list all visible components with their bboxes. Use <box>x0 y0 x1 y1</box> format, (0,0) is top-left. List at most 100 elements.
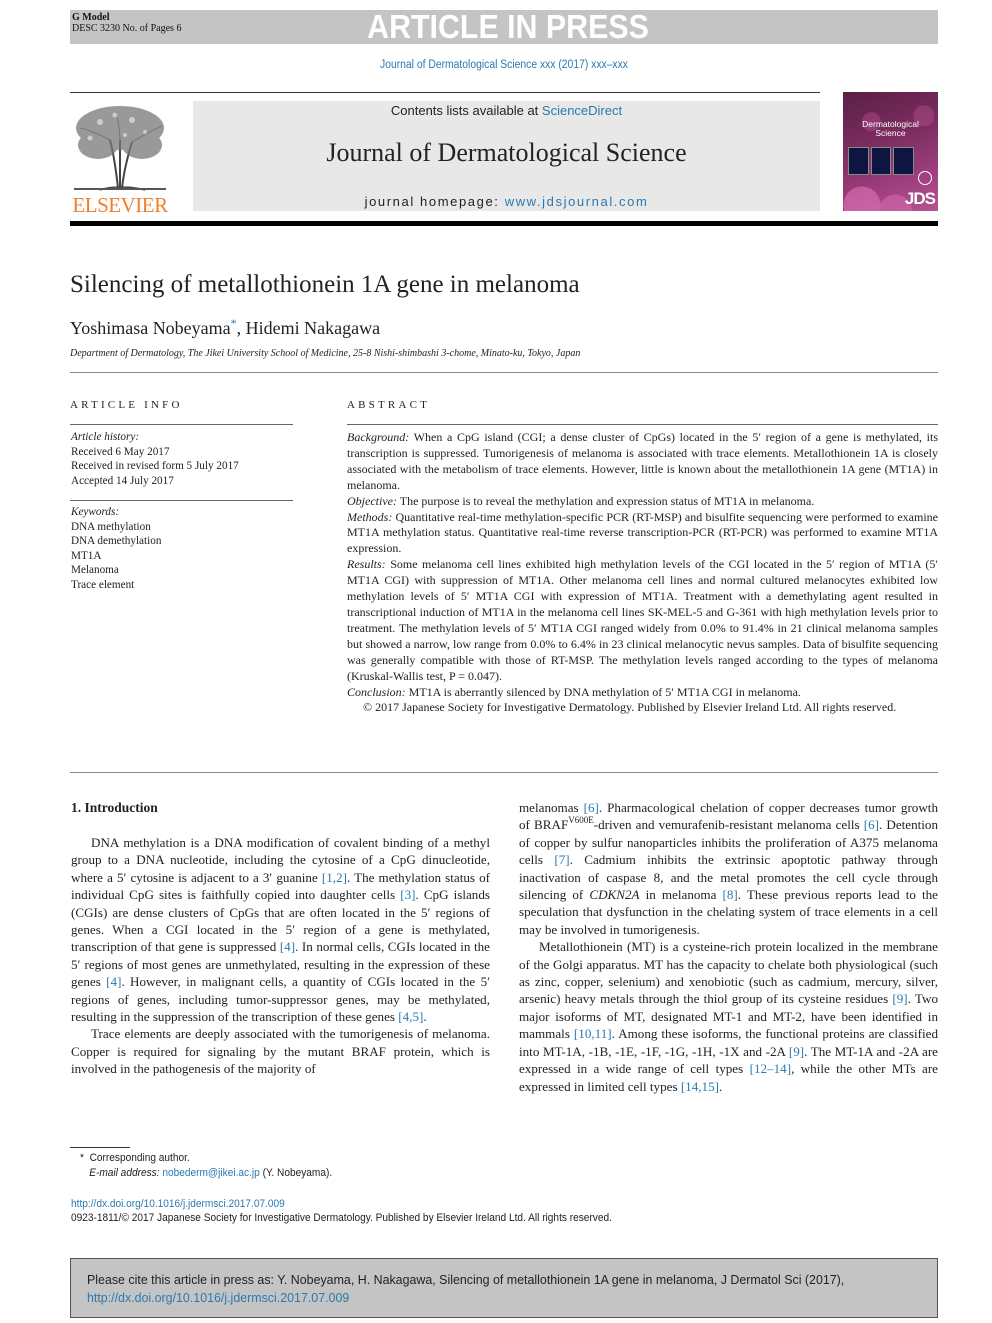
body-text: in melanoma <box>639 887 723 903</box>
keywords-list: Keywords: DNA methylation DNA demethylat… <box>71 505 161 592</box>
issn-copyright-line: 0923-1811/© 2017 Japanese Society for In… <box>71 1212 612 1224</box>
citation-prefix: Please cite this article in press as: Y.… <box>87 1272 845 1287</box>
keyword: MT1A <box>71 549 102 562</box>
keyword: DNA methylation <box>71 520 151 533</box>
footnote-rule <box>70 1147 130 1148</box>
gene-name: CDKN2A <box>589 887 640 903</box>
author-affiliation: Department of Dermatology, The Jikei Uni… <box>70 348 581 359</box>
abstract-methods: Methods: Quantitative real-time methylat… <box>347 510 938 558</box>
article-in-press-label: ARTICLE IN PRESS <box>367 8 649 45</box>
author-list: Yoshimasa Nobeyama*, Hidemi Nakagawa <box>70 316 380 339</box>
cover-micrograph-panels <box>848 147 915 175</box>
abstract-text: Quantitative real-time methylation-speci… <box>347 509 938 556</box>
elsevier-wordmark: ELSEVIER <box>72 193 168 217</box>
journal-homepage-link[interactable]: www.jdsjournal.com <box>505 194 649 209</box>
history-entry: Received in revised form 5 July 2017 <box>71 460 239 472</box>
divider <box>70 772 938 773</box>
cover-title: Dermatological Science <box>843 120 938 138</box>
body-text: . <box>423 1009 427 1025</box>
cover-panel <box>893 147 915 175</box>
body-paragraph: Metallothionein (MT) is a cysteine-rich … <box>519 938 938 1095</box>
email-link[interactable]: nobederm@jikei.ac.jp <box>162 1167 259 1179</box>
divider <box>70 424 293 425</box>
abstract-text: MT1A is aberrantly silenced by DNA methy… <box>405 684 801 699</box>
cover-title-line2: Science <box>875 128 906 138</box>
mutation-superscript: V600E <box>568 815 594 826</box>
abstract-objective: Objective: The purpose is to reveal the … <box>347 494 938 510</box>
footnote-marker: * <box>80 1152 84 1164</box>
body-text: . <box>719 1078 723 1094</box>
abstract-copyright: © 2017 Japanese Society for Investigativ… <box>363 700 897 715</box>
cover-jds-badge: JDS <box>904 189 936 208</box>
email-line: E-mail address: nobederm@jikei.ac.jp (Y.… <box>80 1166 332 1181</box>
email-label: E-mail address: <box>89 1167 160 1179</box>
body-paragraph: Trace elements are deeply associated wit… <box>71 1026 490 1077</box>
citation-link[interactable]: [3] <box>400 887 415 902</box>
corresponding-author-footnote: * Corresponding author. E-mail address: … <box>80 1151 332 1181</box>
body-text: melanomas <box>519 800 584 815</box>
citation-link[interactable]: [8] <box>723 887 738 902</box>
journal-reference: Journal of Dermatological Science xxx (2… <box>380 59 628 71</box>
sciencedirect-link[interactable]: ScienceDirect <box>542 103 622 118</box>
header-thick-rule <box>70 221 938 226</box>
abstract-text: When a CpG island (CGI; a dense cluster … <box>347 430 938 492</box>
contents-prefix: Contents lists available at <box>390 103 542 118</box>
citation-link[interactable]: [4] <box>106 974 121 989</box>
abstract-label: Methods: <box>347 509 393 524</box>
doi-link[interactable]: http://dx.doi.org/10.1016/j.jdermsci.201… <box>71 1198 285 1210</box>
society-seal-icon <box>918 171 932 185</box>
citation-link[interactable]: [1,2] <box>322 870 347 885</box>
body-text: . However, in malignant cells, a quantit… <box>71 974 490 1025</box>
citation-link[interactable]: [4] <box>280 939 295 954</box>
abstract-label: Conclusion: <box>347 684 406 699</box>
abstract-background: Background: When a CpG island (CGI; a de… <box>347 430 938 494</box>
citation-link[interactable]: [9] <box>789 1044 804 1059</box>
footnote-line: * Corresponding author. <box>80 1151 332 1166</box>
citation-text: Please cite this article in press as: Y.… <box>87 1271 899 1307</box>
citation-link[interactable]: [12–14] <box>750 1061 791 1076</box>
journal-cover-image: Dermatological Science JDS <box>843 92 938 211</box>
keyword: DNA demethylation <box>71 535 162 547</box>
abstract-conclusion: Conclusion: MT1A is aberrantly silenced … <box>347 685 938 701</box>
body-text: Metallothionein (MT) is a cysteine-rich … <box>519 939 938 1007</box>
paper-title: Silencing of metallothionein 1A gene in … <box>70 271 580 298</box>
footnote-text: Corresponding author. <box>89 1152 190 1164</box>
journal-name: Journal of Dermatological Science <box>326 138 687 167</box>
contents-availability: Contents lists available at ScienceDirec… <box>193 103 820 118</box>
abstract-heading: ABSTRACT <box>347 399 431 411</box>
abstract-body: Background: When a CpG island (CGI; a de… <box>347 430 938 716</box>
citation-link[interactable]: [9] <box>892 991 907 1006</box>
citation-link[interactable]: [6] <box>584 800 599 815</box>
journal-homepage: journal homepage: www.jdsjournal.com <box>193 194 820 209</box>
body-paragraph: melanomas [6]. Pharmacological chelation… <box>519 799 938 938</box>
citation-link[interactable]: [4,5] <box>398 1009 423 1024</box>
abstract-label: Background: <box>347 430 410 444</box>
article-history: Article history: Received 6 May 2017 Rec… <box>71 430 239 488</box>
keyword: Trace element <box>71 578 135 591</box>
header-top-rule <box>70 92 820 93</box>
cover-panel <box>870 147 892 175</box>
author-separator: , <box>236 318 246 338</box>
keyword: Melanoma <box>71 564 119 576</box>
abstract-label: Objective: <box>347 493 397 508</box>
history-entry: Accepted 14 July 2017 <box>71 474 174 487</box>
divider <box>70 500 293 501</box>
citation-link[interactable]: [7] <box>554 852 569 867</box>
citation-link[interactable]: [6] <box>864 817 879 832</box>
citation-doi-link[interactable]: http://dx.doi.org/10.1016/j.jdermsci.201… <box>87 1290 349 1305</box>
body-paragraph: DNA methylation is a DNA modification of… <box>71 834 490 1025</box>
body-text: -driven and vemurafenib-resistant melano… <box>593 817 864 833</box>
citation-link[interactable]: [14,15] <box>681 1079 719 1094</box>
author-name[interactable]: Hidemi Nakagawa <box>246 318 380 338</box>
author-name[interactable]: Yoshimasa Nobeyama <box>70 318 231 338</box>
cover-panel <box>848 147 869 175</box>
abstract-text: Some melanoma cell lines exhibited high … <box>347 557 938 683</box>
section-heading: 1. Introduction <box>71 800 158 815</box>
body-column-right: melanomas [6]. Pharmacological chelation… <box>519 799 938 1095</box>
article-history-label: Article history: <box>71 431 140 443</box>
citation-link[interactable]: [10,11] <box>574 1026 612 1041</box>
history-entry: Received 6 May 2017 <box>71 445 170 458</box>
body-column-left: DNA methylation is a DNA modification of… <box>71 834 490 1078</box>
homepage-prefix: journal homepage: <box>364 194 505 209</box>
abstract-results: Results: Some melanoma cell lines exhibi… <box>347 557 938 684</box>
